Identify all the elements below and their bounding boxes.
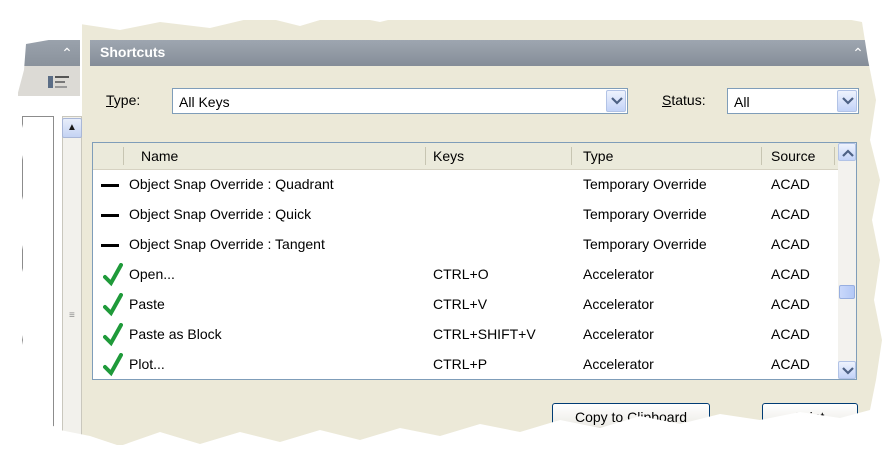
cell-keys: CTRL+O [433, 266, 489, 282]
cell-name: Plot... [129, 356, 165, 372]
list-header: Name Keys Type Source [93, 143, 838, 170]
left-scrollbar[interactable] [62, 116, 82, 438]
table-row[interactable]: Open... CTRL+O Accelerator ACAD [93, 263, 838, 287]
checkmark-icon [103, 293, 123, 317]
print-button[interactable]: Print [762, 403, 858, 431]
cell-type: Accelerator [583, 296, 654, 312]
cell-source: ACAD [771, 206, 810, 222]
cell-name: Object Snap Override : Tangent [129, 236, 325, 252]
type-select-value: All Keys [179, 94, 230, 110]
shortcuts-list: Name Keys Type Source Object Snap Overri… [92, 142, 857, 380]
cell-name: Object Snap Override : Quadrant [129, 176, 334, 192]
left-collapse-icon[interactable]: ⌃ [58, 44, 76, 62]
left-palette: ⌃ ▲ ≡ [18, 30, 82, 438]
temporary-override-icon [101, 244, 119, 247]
temporary-override-icon [101, 184, 119, 187]
table-row[interactable]: Paste CTRL+V Accelerator ACAD [93, 293, 838, 317]
cell-source: ACAD [771, 176, 810, 192]
scroll-thumb[interactable] [839, 285, 855, 299]
column-separator[interactable] [834, 147, 835, 165]
column-header-name[interactable]: Name [141, 148, 178, 164]
temporary-override-icon [101, 214, 119, 217]
cell-source: ACAD [771, 326, 810, 342]
status-select[interactable]: All [727, 88, 859, 114]
cell-type: Temporary Override [583, 176, 707, 192]
scroll-grip-icon: ≡ [69, 310, 75, 321]
cell-type: Accelerator [583, 326, 654, 342]
properties-toggle-icon[interactable] [48, 74, 72, 90]
scroll-down-icon[interactable] [838, 361, 856, 379]
cell-name: Paste [129, 296, 165, 312]
column-header-type[interactable]: Type [583, 148, 613, 164]
column-separator[interactable] [571, 147, 572, 165]
cell-keys: CTRL+SHIFT+V [433, 326, 536, 342]
column-header-source[interactable]: Source [771, 148, 815, 164]
cell-name: Paste as Block [129, 326, 222, 342]
left-list [22, 116, 54, 438]
column-header-keys[interactable]: Keys [433, 148, 464, 164]
cell-keys: CTRL+V [433, 296, 488, 312]
cell-type: Accelerator [583, 266, 654, 282]
cell-type: Temporary Override [583, 236, 707, 252]
chevron-down-icon[interactable] [606, 90, 626, 112]
status-select-value: All [734, 94, 750, 110]
shortcuts-panel: Shortcuts ⌃ Type: All Keys Status: All N… [82, 20, 882, 445]
checkmark-icon [103, 323, 123, 347]
cell-source: ACAD [771, 236, 810, 252]
cell-source: ACAD [771, 266, 810, 282]
list-scrollbar[interactable] [838, 143, 856, 379]
type-label: Type: [106, 92, 141, 108]
collapse-icon[interactable]: ⌃ [849, 44, 867, 62]
column-separator[interactable] [761, 147, 762, 165]
cell-type: Accelerator [583, 356, 654, 372]
panel-header: Shortcuts ⌃ [90, 40, 873, 66]
checkmark-icon [103, 353, 123, 377]
scroll-up-icon[interactable] [838, 143, 856, 161]
table-row[interactable]: Object Snap Override : Quadrant Temporary… [93, 173, 838, 197]
status-label: Status: [662, 92, 706, 108]
checkmark-icon [103, 263, 123, 287]
chevron-down-icon[interactable] [837, 90, 857, 112]
cell-type: Temporary Override [583, 206, 707, 222]
table-row[interactable]: Paste as Block CTRL+SHIFT+V Accelerator ACA… [93, 323, 838, 347]
panel-title: Shortcuts [100, 44, 166, 60]
table-row[interactable]: Object Snap Override : Tangent Temporary … [93, 233, 838, 257]
table-row[interactable]: Plot... CTRL+P Accelerator ACAD [93, 353, 838, 377]
type-select[interactable]: All Keys [172, 88, 628, 114]
cell-name: Object Snap Override : Quick [129, 206, 312, 222]
column-separator[interactable] [425, 147, 426, 165]
cell-keys: CTRL+P [433, 356, 488, 372]
table-row[interactable]: Object Snap Override : Quick Temporary Ov… [93, 203, 838, 227]
copy-to-clipboard-button[interactable]: Copy to Clipboard [552, 403, 710, 431]
cell-name: Open... [129, 266, 175, 282]
left-scroll-up-icon[interactable]: ▲ [62, 118, 82, 138]
cell-source: ACAD [771, 296, 810, 312]
cell-source: ACAD [771, 356, 810, 372]
column-separator[interactable] [123, 147, 124, 165]
